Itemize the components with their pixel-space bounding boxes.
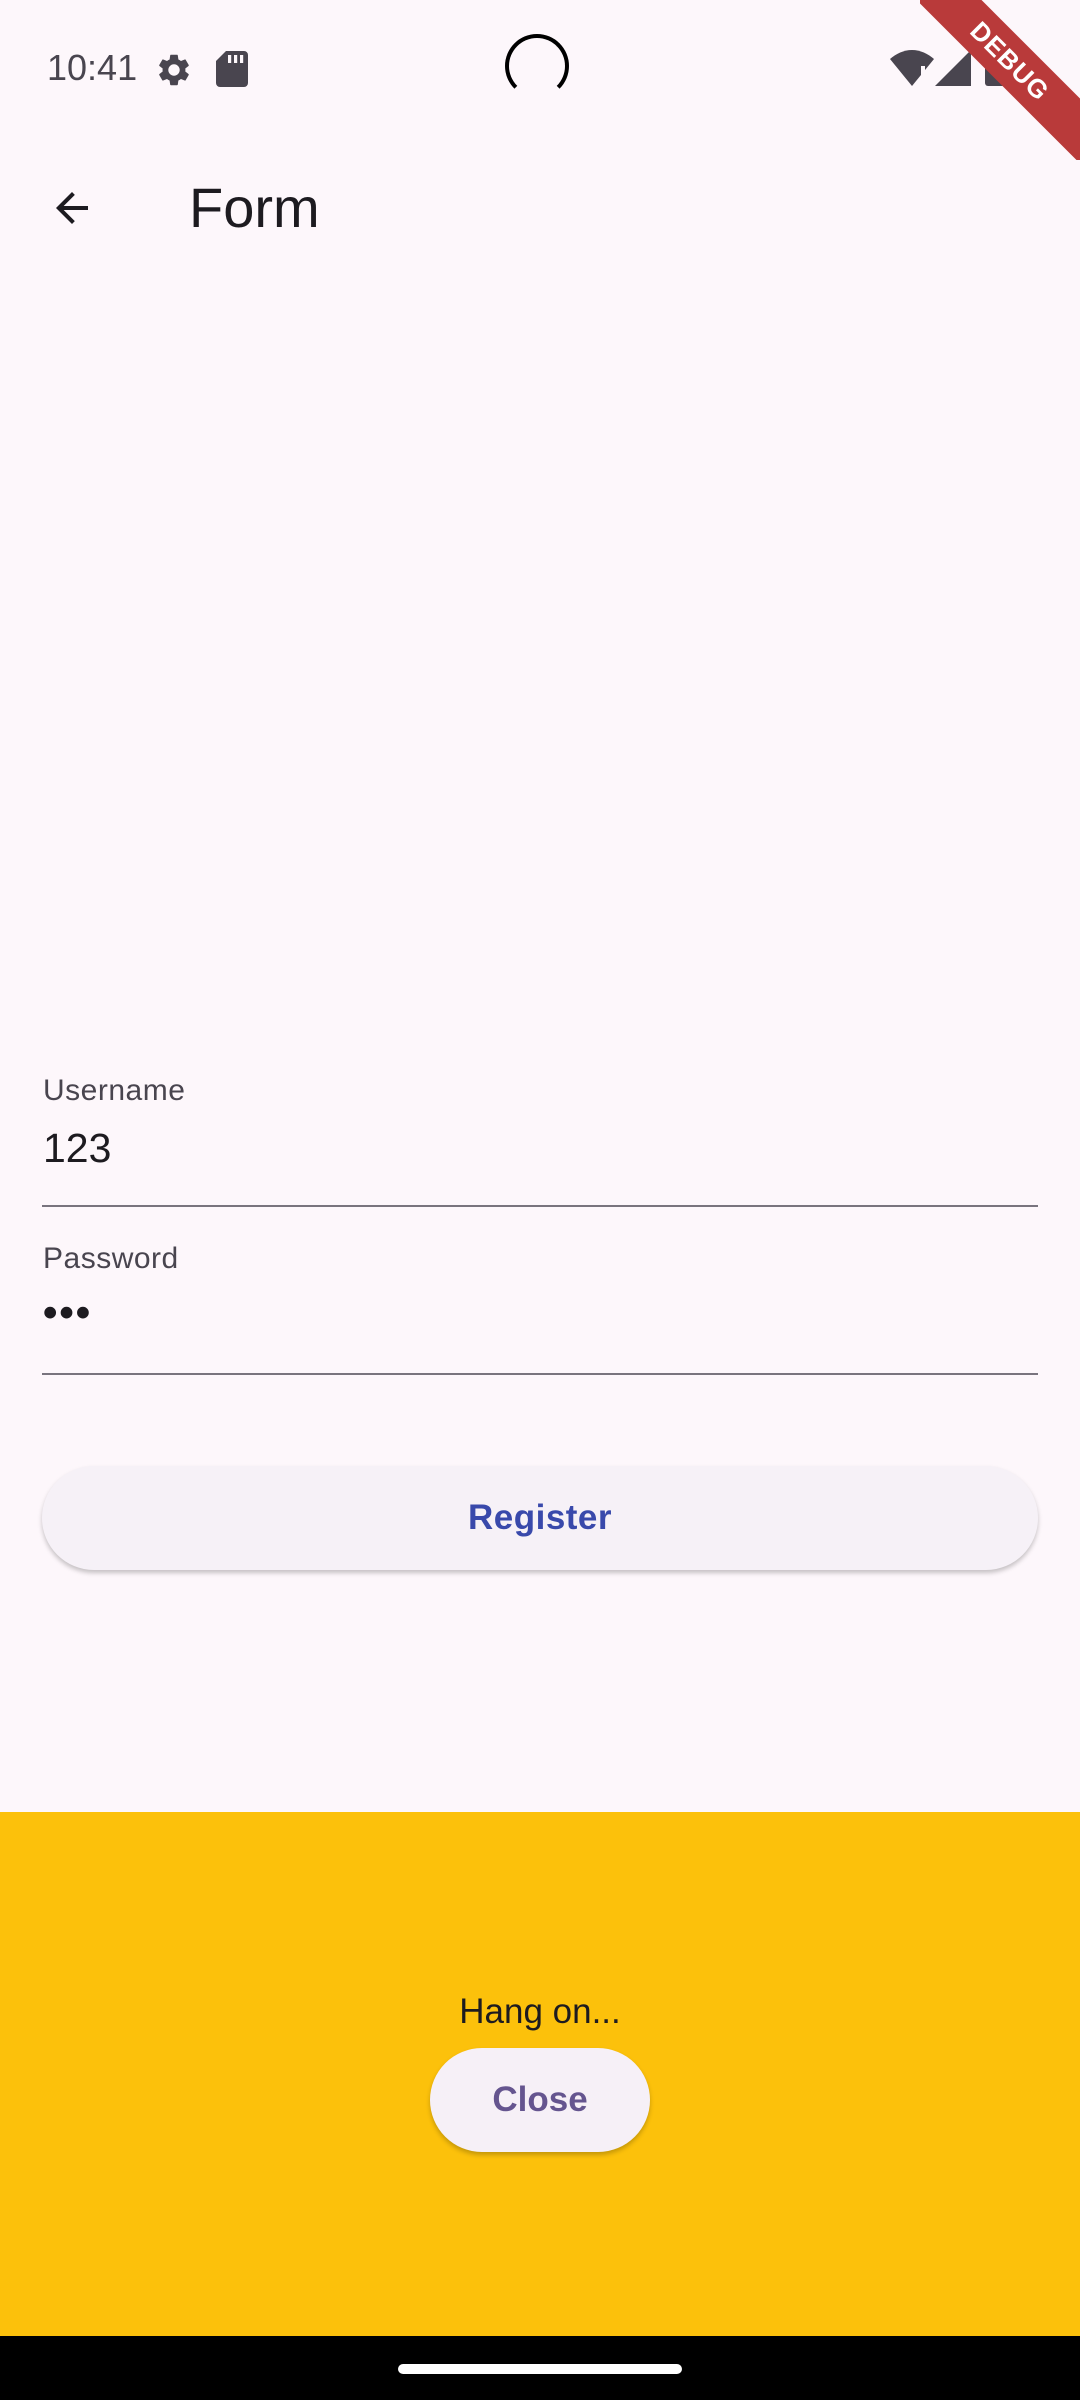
home-gesture-handle[interactable] <box>398 2364 682 2374</box>
page-title: Form <box>189 176 320 239</box>
username-label: Username <box>43 1074 186 1107</box>
close-button[interactable]: Close <box>430 2048 650 2152</box>
password-field[interactable]: Password ••• <box>42 1228 1038 1375</box>
back-button[interactable] <box>24 160 120 256</box>
bottom-sheet-message: Hang on... <box>459 1992 621 2031</box>
sd-card-icon <box>216 51 248 87</box>
register-button[interactable]: Register <box>42 1466 1038 1570</box>
username-field[interactable]: Username 123 <box>42 1060 1038 1207</box>
navigation-bar <box>0 2336 1080 2400</box>
app-bar: Form <box>0 136 1080 280</box>
status-time: 10:41 <box>47 47 138 88</box>
settings-icon <box>159 54 189 86</box>
bottom-sheet: Hang on... Close <box>0 1812 1080 2336</box>
camera-cutout <box>505 34 569 98</box>
close-button-label: Close <box>492 2080 588 2119</box>
password-label: Password <box>43 1242 179 1275</box>
username-input[interactable]: 123 <box>43 1124 111 1172</box>
arrow-back-icon <box>56 192 88 224</box>
password-input[interactable]: ••• <box>43 1288 92 1336</box>
status-bar: 10:41 <box>0 0 1080 136</box>
register-button-label: Register <box>467 1498 613 1537</box>
